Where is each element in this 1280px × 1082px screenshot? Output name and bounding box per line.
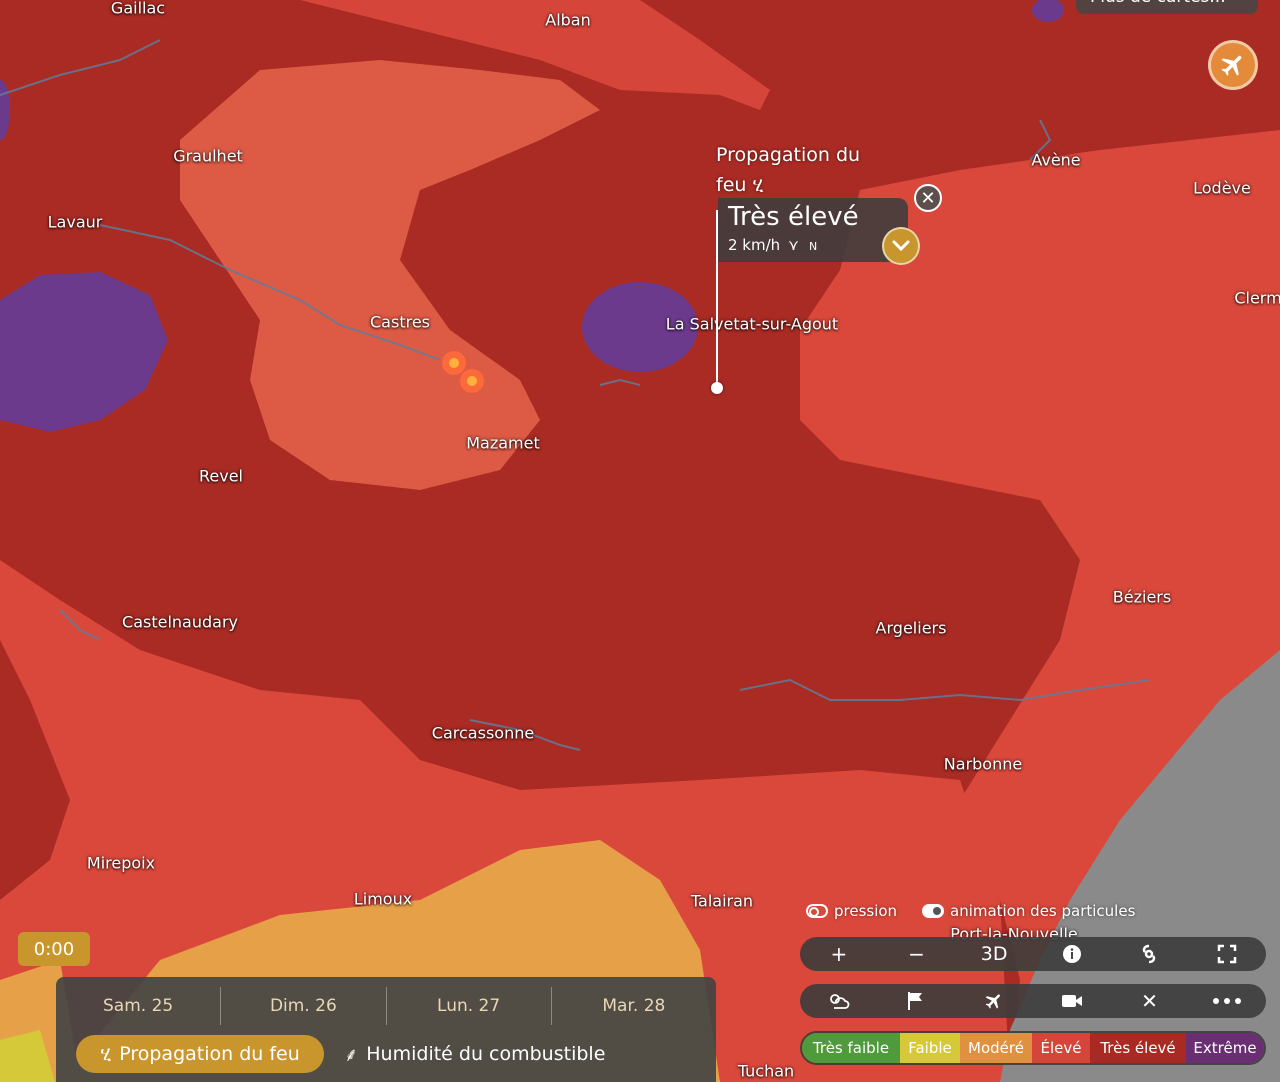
city-label: Revel — [199, 466, 243, 486]
city-label: Castelnaudary — [122, 612, 238, 632]
more-icon — [1213, 998, 1242, 1004]
city-label: Béziers — [1112, 587, 1172, 607]
popup-location-dot[interactable] — [711, 382, 723, 394]
popup-info-box[interactable]: Très élevé 2 km/h ⋎ N — [718, 198, 908, 262]
timeline-panel: Sam. 25 Dim. 26 Lun. 27 Mar. 28 ሂ Propag… — [56, 977, 716, 1082]
popup-wind-speed: 2 km/h — [728, 236, 781, 254]
city-label: Graulhet — [173, 146, 243, 166]
fire-icon: ሂ — [100, 1043, 112, 1065]
zoom-out-button[interactable]: − — [896, 939, 936, 969]
city-label: Narbonne — [943, 754, 1023, 774]
popup-expand-button[interactable] — [882, 227, 920, 265]
popup-title: Propagation du feu ሂ — [716, 144, 861, 196]
zoom-in-button[interactable]: + — [819, 939, 859, 969]
airplane-icon — [1221, 55, 1242, 76]
hurricane-icon — [1143, 944, 1156, 964]
close-icon: ✕ — [920, 187, 936, 209]
fire-hotspot — [467, 376, 477, 386]
info-icon — [1062, 945, 1081, 963]
chevron-down-icon — [892, 240, 910, 252]
layers-toolbar: ✕ — [800, 984, 1266, 1018]
wind-flag-button[interactable] — [896, 986, 936, 1016]
3d-button[interactable]: 3D — [974, 939, 1014, 969]
close-icon: ✕ — [1141, 989, 1158, 1013]
hurricane-button[interactable] — [1129, 939, 1169, 969]
tab-fuel-moisture[interactable]: ⸙ Humidité du combustible — [344, 1035, 634, 1073]
day-item[interactable]: Dim. 26 — [221, 987, 387, 1025]
legend-item: Très élevé — [1090, 1033, 1186, 1063]
city-label: Limoux — [353, 889, 413, 909]
day-selector: Sam. 25 Dim. 26 Lun. 27 Mar. 28 — [56, 987, 716, 1025]
webcam-button[interactable] — [1052, 986, 1092, 1016]
day-item[interactable]: Lun. 27 — [387, 987, 552, 1025]
airplane-button[interactable] — [1208, 40, 1258, 90]
city-label: Castres — [370, 312, 430, 332]
airplane-layer-button[interactable] — [974, 986, 1014, 1016]
city-label: Lodève — [1193, 178, 1251, 198]
day-item[interactable]: Mar. 28 — [552, 987, 716, 1025]
minus-icon: − — [908, 942, 925, 966]
fullscreen-button[interactable] — [1207, 939, 1247, 969]
popup-wind-direction: N — [809, 240, 818, 253]
tab-label: Humidité du combustible — [366, 1043, 606, 1065]
legend-item: Faible — [900, 1033, 960, 1063]
city-label: Talairan — [690, 891, 754, 911]
legend-item: Très faible — [802, 1033, 900, 1063]
wind-arrow-icon: ⋎ — [788, 236, 799, 254]
city-label: La Salvetat-sur-Agout — [665, 314, 839, 334]
city-label: Carcassonne — [431, 723, 535, 743]
fire-icon: ሂ — [752, 174, 764, 196]
city-label: Gaillac — [110, 0, 166, 18]
tab-fire-propagation[interactable]: ሂ Propagation du feu — [76, 1035, 324, 1073]
city-label: Tuchan — [737, 1061, 795, 1081]
map-controls-toolbar: + − 3D — [800, 937, 1266, 971]
weather-layer-button[interactable] — [819, 986, 859, 1016]
legend-item: Élevé — [1032, 1033, 1090, 1063]
toggle-switch-icon[interactable] — [806, 904, 828, 918]
moisture-icon: ⸙ — [344, 1044, 359, 1066]
toggle-switch-icon[interactable] — [922, 904, 944, 918]
city-label: Alban — [545, 10, 591, 30]
tab-label: Propagation du feu — [119, 1043, 300, 1065]
wind-flag-icon — [908, 992, 923, 1010]
time-indicator[interactable]: 0:00 — [18, 932, 90, 966]
risk-legend: Très faible Faible Modéré Élevé Très éle… — [800, 1031, 1266, 1065]
city-label: Clerm — [1234, 288, 1280, 308]
pressure-label: pression — [834, 902, 898, 920]
day-item[interactable]: Sam. 25 — [56, 987, 222, 1025]
popup-close-button[interactable]: ✕ — [914, 184, 942, 212]
city-label: Argeliers — [875, 618, 947, 638]
legend-item: Modéré — [960, 1033, 1032, 1063]
more-maps-button[interactable]: Plus de cartes... — [1076, 0, 1258, 14]
city-label: Mirepoix — [86, 853, 156, 873]
city-label: Mazamet — [466, 433, 540, 453]
fire-hotspot — [449, 358, 459, 368]
particles-toggle[interactable]: animation des particules — [922, 902, 1135, 920]
weather-icon — [829, 994, 850, 1009]
city-label: Avène — [1031, 150, 1081, 170]
airplane-icon — [985, 994, 1001, 1009]
legend-item: Extrême — [1186, 1033, 1264, 1063]
fullscreen-icon — [1217, 944, 1237, 964]
particles-label: animation des particules — [950, 902, 1136, 920]
popup-risk-level: Très élevé — [728, 202, 859, 232]
video-camera-icon — [1061, 995, 1082, 1007]
more-button[interactable] — [1207, 986, 1247, 1016]
city-label: Lavaur — [47, 212, 103, 232]
plus-icon: + — [830, 942, 848, 966]
close-layer-button[interactable]: ✕ — [1129, 986, 1169, 1016]
pressure-toggle[interactable]: pression — [806, 902, 897, 920]
info-button[interactable] — [1052, 939, 1092, 969]
